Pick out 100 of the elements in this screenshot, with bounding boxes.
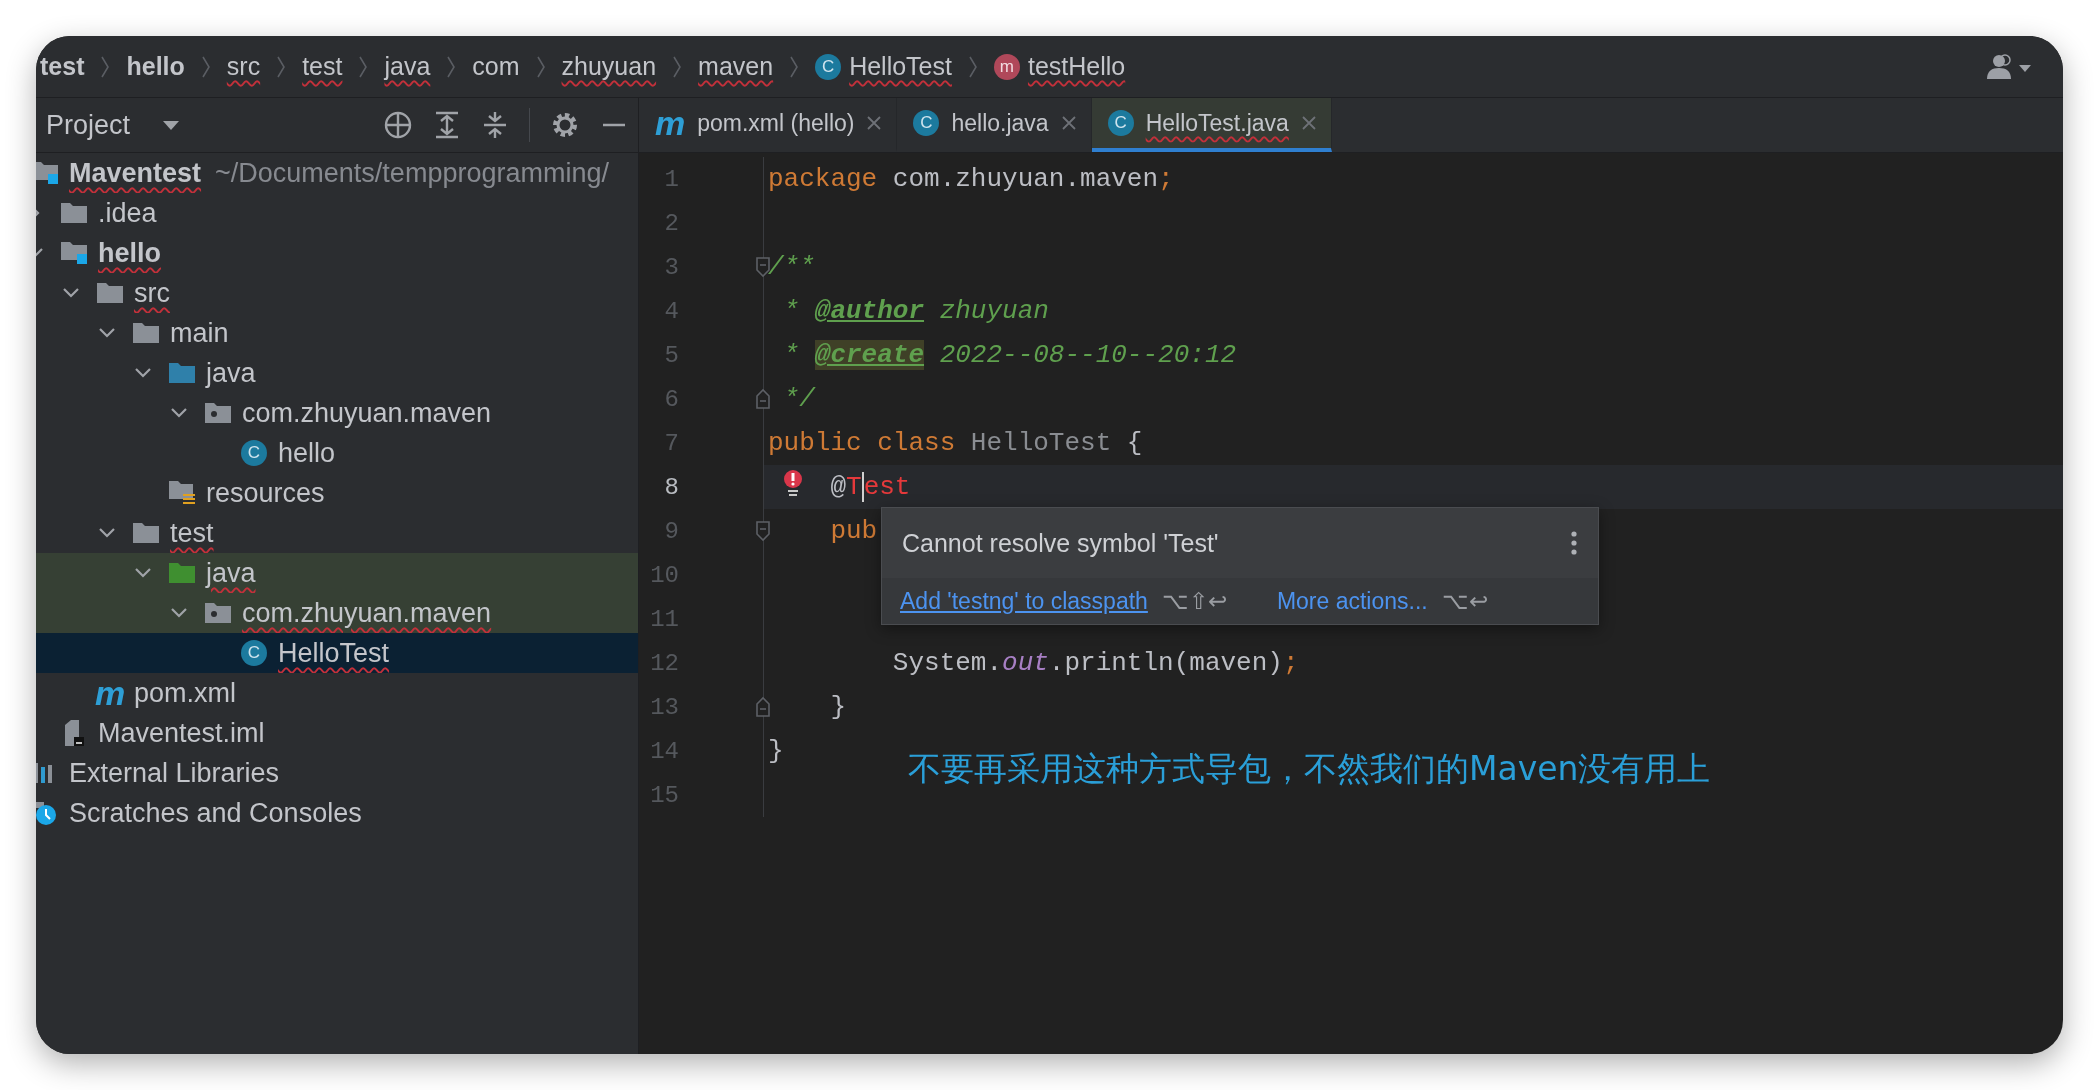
line-number: 8 <box>663 473 679 501</box>
tree-item[interactable]: src <box>36 273 638 313</box>
error-bulb-icon[interactable] <box>782 469 804 499</box>
collapse-icon[interactable] <box>481 110 509 140</box>
folder-icon <box>60 202 88 224</box>
tree-item[interactable]: Scratches and Consoles <box>36 793 638 833</box>
tree-item[interactable]: main <box>36 313 638 353</box>
tree-item[interactable]: C hello <box>36 433 638 473</box>
method-icon: m <box>993 53 1020 80</box>
editor-tab[interactable]: C hello.java <box>897 98 1092 152</box>
module-folder-icon <box>36 161 59 185</box>
folder-icon <box>168 362 196 384</box>
chevron-down-icon[interactable] <box>98 527 116 539</box>
class-icon: C <box>1107 110 1134 136</box>
line-number: 12 <box>649 649 679 677</box>
line-number: 3 <box>663 253 679 281</box>
fold-icon[interactable] <box>755 388 771 410</box>
tree-item[interactable]: test <box>36 513 638 553</box>
breadcrumb-item[interactable]: test <box>302 52 343 81</box>
caret-icon <box>162 119 181 131</box>
chevron-down-icon[interactable] <box>170 407 188 419</box>
code-line: } <box>768 736 784 766</box>
line-number: 4 <box>663 297 679 325</box>
fold-icon[interactable] <box>755 520 771 542</box>
class-icon: C <box>913 110 940 136</box>
code-line: */ <box>782 384 815 414</box>
line-number: 6 <box>663 385 679 413</box>
project-view-dropdown[interactable]: Project <box>42 107 185 143</box>
chevron-down-icon[interactable] <box>134 367 152 379</box>
folder-icon <box>132 522 160 544</box>
line-number: 15 <box>649 781 679 809</box>
chevron-down-icon[interactable] <box>62 287 80 299</box>
breadcrumb-item[interactable]: m testHello <box>993 52 1126 81</box>
code-line: } <box>829 692 846 722</box>
more-options-icon[interactable] <box>1570 530 1578 556</box>
code-line: package com.zhuyuan.maven; <box>768 164 1174 194</box>
editor-tab[interactable]: m pom.xml (hello) <box>639 98 898 152</box>
annotation-text: 不要再采用这种方式导包，不然我们的Maven没有用上 <box>908 748 1711 790</box>
line-number: 2 <box>663 209 679 237</box>
tree-item[interactable]: resources <box>36 473 638 513</box>
folder-icon <box>168 562 196 584</box>
class-icon: C <box>241 440 267 466</box>
code-line: /** <box>768 252 815 282</box>
line-number: 11 <box>649 605 679 633</box>
close-icon[interactable] <box>866 115 883 131</box>
breadcrumb-item[interactable]: src <box>226 52 261 81</box>
code-line: * @create 2022--08--10--20:12 <box>782 340 1237 370</box>
action-link[interactable]: More actions... <box>1276 587 1428 615</box>
chevron-down-icon[interactable] <box>98 327 116 339</box>
tree-item[interactable]: java <box>36 553 638 593</box>
tree-item[interactable]: com.zhuyuan.maven <box>36 393 638 433</box>
expand-icon[interactable] <box>433 110 461 140</box>
tree-item[interactable]: m pom.xml <box>36 673 638 713</box>
clock-icon <box>36 800 58 826</box>
crosshair-icon[interactable] <box>383 110 413 140</box>
resources-folder-icon <box>168 480 196 506</box>
shortcut-hint: ⌥⇧↩ <box>1161 587 1227 615</box>
tree-item[interactable]: java <box>36 353 638 393</box>
breadcrumb-item[interactable]: com <box>472 52 520 81</box>
tree-item[interactable]: com.zhuyuan.maven <box>36 593 638 633</box>
package-folder-icon <box>204 602 232 624</box>
line-number: 13 <box>649 693 679 721</box>
breadcrumb-item[interactable]: zhuyuan <box>561 52 657 81</box>
chevron-down-icon[interactable] <box>170 607 188 619</box>
editor-tab[interactable]: C HelloTest.java <box>1091 98 1332 152</box>
maven-icon: m <box>94 679 126 707</box>
code-line: pub <box>829 516 878 546</box>
folder-icon <box>96 282 124 304</box>
folder-icon <box>132 322 160 344</box>
code-line: public class HelloTest { <box>768 428 1143 458</box>
line-number: 14 <box>649 737 679 765</box>
shortcut-hint: ⌥↩ <box>1441 587 1488 615</box>
tree-item[interactable]: C HelloTest <box>36 633 638 673</box>
tree-item[interactable]: Maventest ~/Documents/tempprogramming/ <box>36 153 638 193</box>
tree-item[interactable]: hello <box>36 233 638 273</box>
maven-icon: m <box>655 109 686 137</box>
code-line: System.out.println(maven); <box>891 648 1299 678</box>
tree-item[interactable]: .idea <box>36 193 638 233</box>
fold-icon[interactable] <box>755 696 771 718</box>
close-icon[interactable] <box>1060 115 1077 131</box>
code-line: * @author zhuyuan <box>782 296 1049 326</box>
tree-item[interactable]: External Libraries <box>36 753 638 793</box>
chevron-down-icon[interactable] <box>134 567 152 579</box>
line-number: 1 <box>663 165 679 193</box>
module-folder-icon <box>60 241 88 265</box>
breadcrumb-item[interactable]: C HelloTest <box>815 52 952 81</box>
breadcrumb-item[interactable]: test <box>40 52 85 81</box>
breadcrumb-item[interactable]: hello <box>126 52 185 81</box>
breadcrumb-item[interactable]: java <box>384 52 431 81</box>
settings-icon[interactable] <box>550 110 580 140</box>
line-number: 7 <box>663 429 679 457</box>
code-line: @Test <box>829 471 911 503</box>
tree-item[interactable]: Maventest.iml <box>36 713 638 753</box>
line-number: 5 <box>663 341 679 369</box>
breadcrumb-item[interactable]: maven <box>698 52 774 81</box>
line-number: 9 <box>663 517 679 545</box>
class-icon: C <box>241 640 267 666</box>
error-message: Cannot resolve symbol 'Test' <box>902 528 1219 558</box>
action-link[interactable]: Add 'testng' to classpath <box>900 587 1148 615</box>
package-folder-icon <box>204 402 232 424</box>
